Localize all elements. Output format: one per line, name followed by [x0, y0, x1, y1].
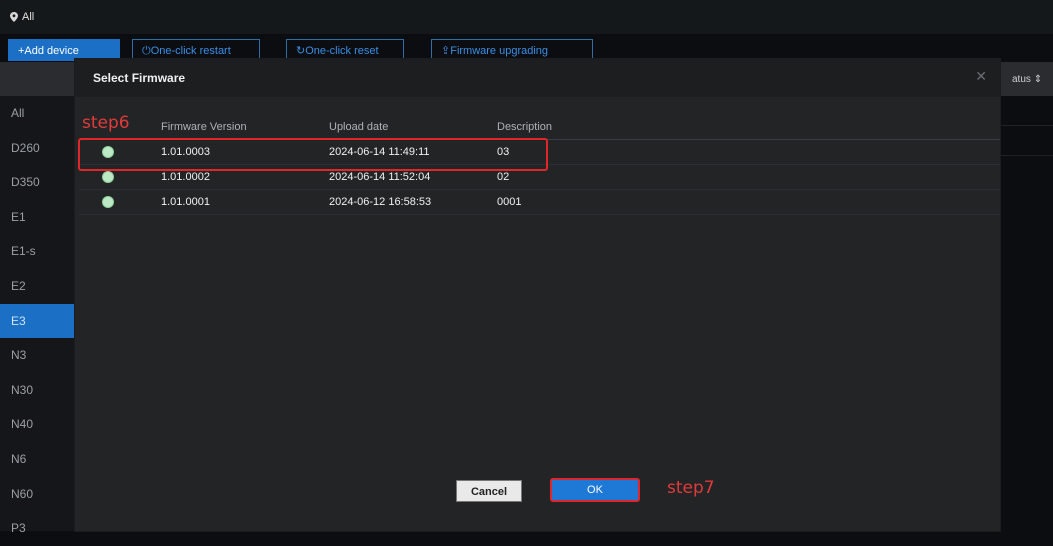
sidebar-item-e1-s[interactable]: E1-s — [0, 234, 74, 269]
row-date: 2024-06-14 11:52:04 — [329, 171, 431, 183]
step6-annotation: step6 — [82, 113, 130, 133]
row-date: 2024-06-12 16:58:53 — [329, 196, 432, 208]
upgrade-label: Firmware upgrading — [450, 45, 549, 57]
select-firmware-dialog: Select Firmware ✕ Firmware Version Uploa… — [75, 59, 1000, 531]
cancel-button[interactable]: Cancel — [456, 480, 522, 502]
location-selector[interactable]: All — [10, 11, 34, 23]
row-version: 1.01.0001 — [161, 196, 210, 208]
sort-icon: ⇕ — [1033, 74, 1043, 85]
top-bar: All — [0, 0, 1053, 34]
radio[interactable] — [103, 197, 113, 207]
sidebar-item-all[interactable]: All — [0, 96, 74, 131]
radio[interactable] — [103, 172, 113, 182]
one-click-restart-button[interactable]: ⏻One-click restart — [132, 39, 260, 61]
location-pin-icon — [10, 12, 18, 22]
sidebar-item-e2[interactable]: E2 — [0, 269, 74, 304]
sidebar-item-n60[interactable]: N60 — [0, 477, 74, 512]
step7-annotation: step7 — [667, 478, 715, 498]
sidebar-item-e3[interactable]: E3 — [0, 303, 74, 339]
status-column-header[interactable]: atus ⇕ — [1012, 74, 1042, 85]
table-row[interactable]: 1.01.0001 2024-06-12 16:58:53 0001 — [79, 190, 1000, 215]
row-description: 0001 — [497, 196, 522, 208]
sidebar-item-p3[interactable]: P3 — [0, 511, 74, 546]
status-header-label: atus — [1012, 74, 1031, 85]
reset-label: One-click reset — [305, 45, 379, 57]
device-model-sidebar: All D260 D350 E1 E1-s E2 E3 N3 N30 N40 N… — [0, 96, 74, 535]
row-version: 1.01.0002 — [161, 171, 210, 183]
sidebar-item-n30[interactable]: N30 — [0, 373, 74, 408]
sidebar-item-n40[interactable]: N40 — [0, 407, 74, 442]
sidebar-item-d260[interactable]: D260 — [0, 131, 74, 166]
one-click-reset-button[interactable]: ↻One-click reset — [286, 39, 404, 61]
sidebar-item-n3[interactable]: N3 — [0, 338, 74, 373]
add-device-button[interactable]: +Add device — [8, 39, 120, 61]
restart-label: One-click restart — [150, 45, 231, 57]
dialog-title: Select Firmware — [93, 71, 186, 85]
sidebar-item-n6[interactable]: N6 — [0, 442, 74, 477]
step6-highlight-box — [78, 138, 548, 171]
ok-button[interactable]: OK — [550, 478, 640, 502]
close-icon[interactable]: ✕ — [975, 68, 987, 85]
sidebar-item-d350[interactable]: D350 — [0, 165, 74, 200]
column-upload-date: Upload date — [329, 121, 389, 133]
firmware-table-header: Firmware Version Upload date Description — [79, 115, 1000, 140]
sidebar-item-e1[interactable]: E1 — [0, 200, 74, 235]
row-description: 02 — [497, 171, 510, 183]
column-firmware-version: Firmware Version — [161, 121, 247, 133]
column-description: Description — [497, 121, 553, 133]
location-label: All — [22, 11, 35, 23]
dialog-header: Select Firmware ✕ — [75, 59, 1000, 97]
firmware-upgrading-button[interactable]: ⇪Firmware upgrading — [431, 39, 593, 61]
background-table-rows — [1000, 96, 1053, 156]
